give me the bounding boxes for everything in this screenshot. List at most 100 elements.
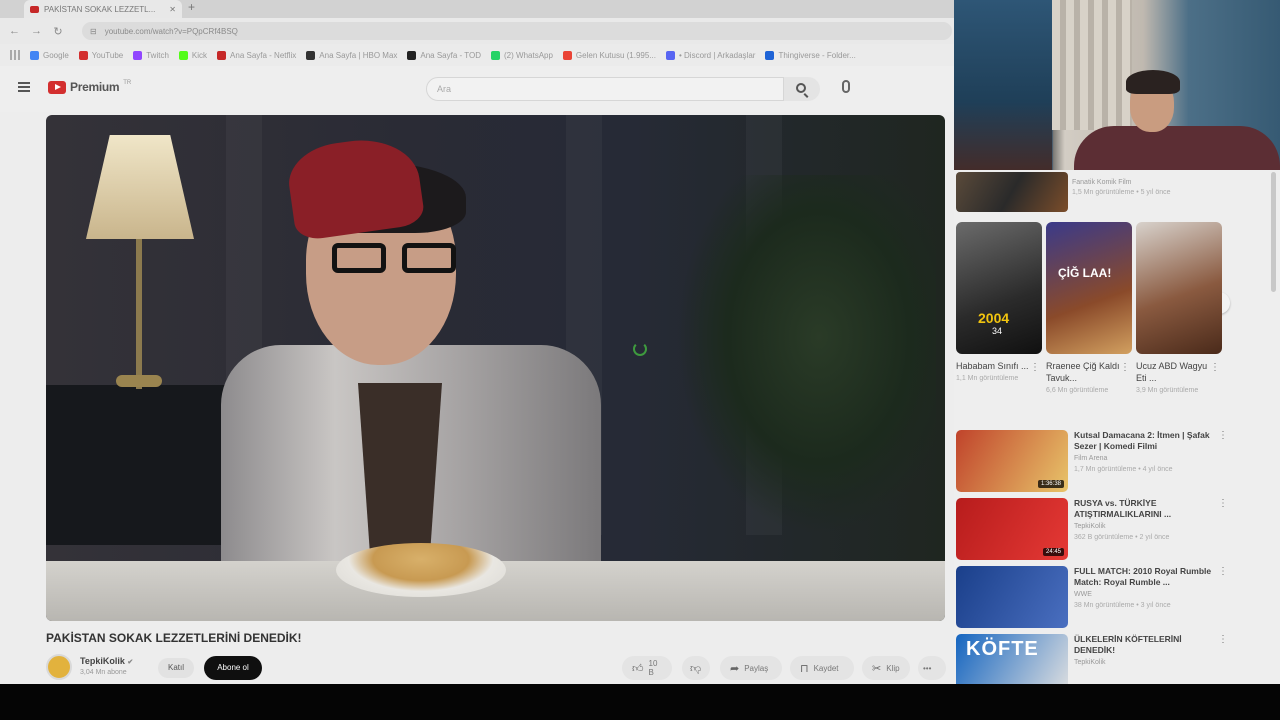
recommendation-thumbnail[interactable]: KÖFTE — [956, 634, 1068, 684]
bookmark-favicon-icon — [765, 50, 775, 60]
recommendation-meta: 362 B görüntüleme • 2 yıl önce — [1074, 534, 1170, 541]
lamp-stand — [136, 239, 142, 389]
sidebar-scrollbar[interactable] — [1271, 172, 1276, 292]
bookmark-favicon-icon — [78, 50, 88, 60]
back-icon[interactable]: ← — [9, 25, 20, 37]
site-info-icon[interactable]: ⊟ — [90, 27, 97, 36]
bookmark-item[interactable]: • Discord | Arkadaşlar — [665, 50, 755, 60]
short-more-icon[interactable]: ⋮ — [1120, 362, 1130, 373]
recommendation-more-icon[interactable]: ⋮ — [1218, 634, 1228, 645]
recommendation-item[interactable]: KÖFTE ÜLKELERİN KÖFTELERİNİ DENEDİK! Tep… — [956, 634, 1266, 684]
save-button[interactable]: ⊓ Kaydet — [790, 656, 854, 680]
video-player[interactable] — [46, 115, 945, 621]
bookmark-item[interactable]: Kick — [178, 50, 208, 60]
recommendation-meta: 38 Mn görüntüleme • 3 yıl önce — [1074, 602, 1171, 609]
recommendation-more-icon[interactable]: ⋮ — [1218, 430, 1228, 441]
short-caption[interactable]: Hababam Sınıfı ... 1,1 Mn görüntüleme — [956, 360, 1036, 385]
bookmark-favicon-icon — [306, 50, 316, 60]
share-button[interactable]: ➦ Paylaş — [720, 656, 782, 680]
like-button[interactable]: 👍︎ 10 B — [622, 656, 672, 680]
hamburger-menu-icon[interactable] — [18, 82, 30, 92]
share-icon: ➦ — [730, 662, 740, 675]
webcam-curtain — [1052, 0, 1132, 130]
short-views: 3,9 Mn görüntüleme — [1136, 387, 1199, 394]
video-duration: 24:45 — [1042, 548, 1064, 556]
bookmark-item[interactable]: (2) WhatsApp — [491, 50, 553, 60]
lamp-base — [116, 375, 162, 387]
webcam-background — [954, 0, 1052, 170]
join-button[interactable]: Katıl — [158, 658, 194, 678]
video-duration: 1:36:38 — [1037, 480, 1064, 488]
recommendation-item[interactable]: 24:45 RUSYA vs. TÜRKİYE ATIŞTIRMALIKLARI… — [956, 498, 1266, 562]
search-input[interactable]: Ara — [426, 77, 784, 101]
bookmarks-bar: Google YouTube Twitch Kick Ana Sayfa - Netfl… — [0, 44, 954, 66]
bookmark-item[interactable]: Google — [30, 50, 69, 60]
recommendation-thumbnail[interactable] — [956, 172, 1068, 212]
recommendation-info[interactable]: Fanatik Komik Film 1,5 Mn görüntüleme • … — [1072, 178, 1171, 198]
subscribe-button[interactable]: Abone ol — [204, 656, 262, 680]
recommendation-more-icon[interactable]: ⋮ — [1218, 566, 1228, 577]
recommendation-thumbnail[interactable]: 24:45 — [956, 498, 1068, 560]
recommendation-thumbnail[interactable] — [956, 566, 1068, 628]
short-more-icon[interactable]: ⋮ — [1030, 362, 1040, 373]
bookmark-item[interactable]: Twitch — [133, 50, 169, 60]
glasses — [332, 243, 460, 273]
microphone-icon[interactable] — [842, 80, 850, 93]
bookmark-favicon-icon — [491, 50, 501, 60]
address-bar[interactable]: ⊟ youtube.com/watch?v=PQpCRf4BSQ — [82, 22, 952, 40]
apps-grid-icon[interactable] — [10, 50, 20, 60]
recommendation-channel: TepkiKolik — [1074, 523, 1106, 530]
short-thumbnail[interactable]: 2004 34 — [956, 222, 1042, 354]
webcam-person-hair — [1126, 70, 1180, 94]
recommendation-item[interactable]: FULL MATCH: 2010 Royal Rumble Match: Roy… — [956, 566, 1266, 630]
clip-label: Klip — [886, 663, 900, 673]
more-actions-button[interactable]: ••• — [918, 656, 946, 680]
bookmark-item[interactable]: Ana Sayfa | HBO Max — [306, 50, 397, 60]
channel-avatar[interactable] — [46, 654, 72, 680]
recommendation-item[interactable]: 1:36:38 Kutsal Damacana 2: İtmen | Şafak… — [956, 430, 1266, 494]
food-bowl — [336, 543, 506, 597]
bookmark-label: Twitch — [146, 50, 169, 60]
browser-tab[interactable]: PAKİSTAN SOKAK LEZZETL... ✕ — [24, 0, 182, 18]
bookmark-favicon-icon — [217, 50, 227, 60]
thumbnail-overlay-text: KÖFTE — [966, 638, 1039, 660]
reload-icon[interactable]: ↻ — [53, 25, 63, 38]
bookmark-label: Kick — [191, 50, 208, 60]
bookmark-label: Google — [43, 50, 69, 60]
dislike-button[interactable]: 👎︎ — [682, 656, 710, 680]
thumbs-up-icon: 👍︎ — [632, 662, 644, 675]
short-views: 1,1 Mn görüntüleme — [956, 375, 1019, 382]
bookmark-item[interactable]: YouTube — [78, 50, 123, 60]
search-button[interactable] — [784, 77, 820, 101]
verified-icon: ✔ — [127, 659, 134, 666]
new-tab-icon[interactable]: + — [188, 0, 195, 14]
recommendation-title: Kutsal Damacana 2: İtmen | Şafak Sezer |… — [1074, 430, 1210, 451]
logo-country: TR — [123, 80, 132, 86]
bookmark-icon: ⊓ — [800, 662, 809, 675]
bookmark-favicon-icon — [178, 50, 188, 60]
short-thumbnail[interactable]: ÇİĞ LAA! — [1046, 222, 1132, 354]
short-more-icon[interactable]: ⋮ — [1210, 362, 1220, 373]
bookmark-favicon-icon — [30, 50, 39, 60]
browser-tabstrip: PAKİSTAN SOKAK LEZZETL... ✕ + — [0, 0, 954, 18]
recommendation-info: Kutsal Damacana 2: İtmen | Şafak Sezer |… — [1074, 430, 1224, 475]
bookmark-item[interactable]: Thingiverse - Folder... — [765, 50, 856, 60]
youtube-premium-logo[interactable]: Premium TR — [48, 80, 131, 94]
close-tab-icon[interactable]: ✕ — [169, 5, 176, 14]
bookmark-item[interactable]: Ana Sayfa - Netflix — [217, 50, 296, 60]
forward-icon[interactable]: → — [31, 25, 42, 37]
recommendation-info: ÜLKELERİN KÖFTELERİNİ DENEDİK! TepkiKoli… — [1074, 634, 1224, 669]
bookmark-item[interactable]: Gelen Kutusu (1.995... — [562, 50, 656, 60]
youtube-play-icon — [48, 80, 66, 94]
recommendation-title: RUSYA vs. TÜRKİYE ATIŞTIRMALIKLARINI ... — [1074, 498, 1172, 519]
short-caption[interactable]: Rraenee Çiğ Kaldı Tavuk... 6,6 Mn görüntü… — [1046, 360, 1126, 397]
clip-button[interactable]: ✂ Klip — [862, 656, 910, 680]
bookmark-favicon-icon — [562, 50, 572, 60]
short-caption[interactable]: Ucuz ABD Wagyu Eti ... 3,9 Mn görüntüleme — [1136, 360, 1216, 397]
bookmark-label: (2) WhatsApp — [504, 50, 553, 60]
recommendation-thumbnail[interactable]: 1:36:38 — [956, 430, 1068, 492]
bookmark-item[interactable]: Ana Sayfa - TOD — [407, 50, 481, 60]
channel-name[interactable]: TepkiKolik ✔ — [80, 656, 133, 666]
recommendation-more-icon[interactable]: ⋮ — [1218, 498, 1228, 509]
short-thumbnail[interactable] — [1136, 222, 1222, 354]
